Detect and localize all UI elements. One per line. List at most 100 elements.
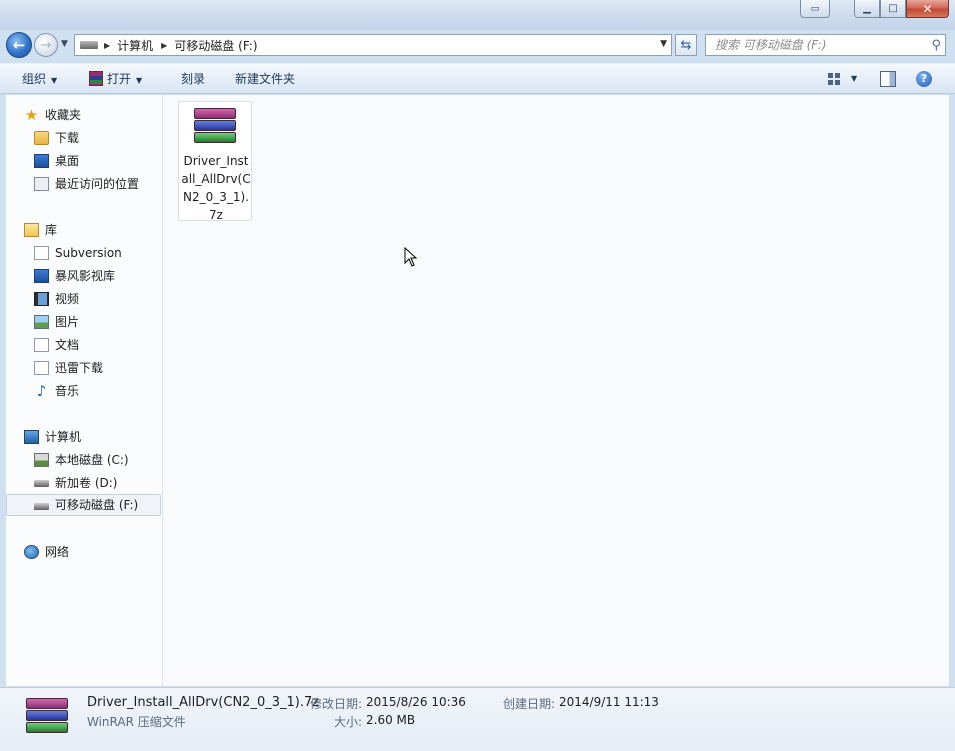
address-bar[interactable]: ▶ 计算机 ▶ 可移动磁盘 (F:) ▼: [74, 34, 672, 56]
organize-button[interactable]: 组织 ▼: [22, 64, 57, 94]
search-input[interactable]: 搜索 可移动磁盘 (F:) ⚲: [705, 34, 946, 56]
snap-button[interactable]: ▭: [800, 0, 830, 18]
forward-arrow-icon: →: [40, 37, 52, 53]
removable-drive-icon: [34, 503, 49, 510]
winrar-archive-icon: [26, 698, 68, 734]
created-label: 创建日期:: [503, 697, 556, 711]
details-pane: Driver_Install_AllDrv(CN2_0_3_1).7z WinR…: [0, 687, 955, 751]
star-icon: ★: [24, 106, 39, 124]
window-controls: ▁ □ ✕: [854, 0, 949, 20]
sidebar-item-drive-f[interactable]: 可移动磁盘 (F:): [6, 494, 161, 516]
burn-button[interactable]: 刻录: [181, 64, 205, 94]
new-folder-button[interactable]: 新建文件夹: [235, 64, 295, 94]
winrar-archive-icon: [194, 108, 236, 144]
video-library-icon: [34, 269, 49, 283]
sidebar-item-label: 计算机: [45, 430, 82, 444]
view-dropdown-icon[interactable]: ▼: [851, 74, 857, 83]
film-icon: [34, 292, 49, 306]
sidebar-item-videos[interactable]: 视频: [6, 288, 161, 310]
chevron-down-icon: ▼: [136, 76, 143, 85]
close-button[interactable]: ✕: [906, 0, 949, 18]
minimize-button[interactable]: ▁: [854, 0, 880, 18]
sidebar-item-label: 库: [45, 223, 58, 237]
sidebar-item-downloads[interactable]: 下载: [6, 127, 161, 149]
sidebar-item-drive-c[interactable]: 本地磁盘 (C:): [6, 449, 161, 471]
refresh-icon: ⇆: [680, 37, 692, 53]
change-view-icon[interactable]: [826, 71, 842, 87]
sidebar-item-pictures[interactable]: 图片: [6, 311, 161, 333]
sidebar-item-drive-d[interactable]: 新加卷 (D:): [6, 472, 161, 494]
details-type: WinRAR 压缩文件: [87, 715, 186, 729]
created-value: 2014/9/11 11:13: [559, 695, 659, 709]
sidebar-item-network[interactable]: 网络: [6, 541, 161, 563]
sidebar-item-documents[interactable]: 文档: [6, 334, 161, 356]
sidebar-item-music[interactable]: ♪ 音乐: [6, 380, 161, 402]
command-bar: 组织 ▼ 打开 ▼ 刻录 新建文件夹 ▼ ?: [0, 63, 955, 94]
breadcrumb-chevron-icon[interactable]: ▶: [104, 41, 110, 50]
download-library-icon: [34, 361, 49, 375]
sidebar-item-label: 暴风影视库: [55, 269, 116, 283]
sidebar-item-label: 收藏夹: [45, 108, 82, 122]
mouse-cursor-icon: [404, 247, 418, 267]
file-name: Driver_Install_AllDrv(CN2_0_3_1).7z: [181, 154, 251, 222]
file-item[interactable]: Driver_Install_AllDrv(CN2_0_3_1).7z: [178, 101, 252, 222]
search-placeholder: 搜索 可移动磁盘 (F:): [715, 38, 827, 52]
network-icon: [24, 545, 39, 559]
recent-pages-dropdown[interactable]: ▼: [61, 39, 68, 49]
computer-icon: [24, 430, 39, 444]
sidebar-item-computer[interactable]: 计算机: [6, 426, 161, 448]
file-list[interactable]: Driver_Install_AllDrv(CN2_0_3_1).7z: [163, 95, 949, 686]
sidebar-item-label: 音乐: [55, 384, 80, 398]
maximize-button[interactable]: □: [880, 0, 906, 18]
sidebar-item-label: 本地磁盘 (C:): [55, 453, 129, 467]
desktop-icon: [34, 154, 49, 168]
winrar-icon: [89, 71, 103, 86]
sidebar-item-label: 网络: [45, 545, 70, 559]
new-folder-label: 新建文件夹: [235, 72, 296, 86]
sidebar-item-label: 视频: [55, 292, 80, 306]
sidebar-item-thunder-downloads[interactable]: 迅雷下载: [6, 357, 161, 379]
preview-pane-icon[interactable]: [880, 71, 896, 87]
address-dropdown-icon[interactable]: ▼: [660, 39, 667, 49]
sidebar-item-favorites[interactable]: ★ 收藏夹: [6, 104, 161, 126]
organize-label: 组织: [22, 72, 47, 86]
system-drive-icon: [34, 453, 49, 467]
sidebar-item-libraries[interactable]: 库: [6, 219, 161, 241]
search-icon[interactable]: ⚲: [931, 36, 941, 56]
navigation-bar: ← → ▼ ▶ 计算机 ▶ 可移动磁盘 (F:) ▼ ⇆ 搜索 可移动磁盘 (F…: [0, 30, 955, 60]
music-note-icon: ♪: [36, 382, 47, 400]
sidebar-item-label: 桌面: [55, 154, 80, 168]
open-label: 打开: [107, 72, 132, 86]
sidebar-item-label: Subversion: [55, 246, 122, 260]
title-bar: ▭ ▁ □ ✕: [0, 0, 955, 30]
sidebar-item-label: 新加卷 (D:): [55, 476, 118, 490]
refresh-button[interactable]: ⇆: [675, 34, 697, 56]
downloads-folder-icon: [34, 131, 49, 145]
size-value: 2.60 MB: [366, 713, 416, 727]
forward-button[interactable]: →: [34, 33, 58, 57]
back-button[interactable]: ←: [6, 32, 32, 58]
sidebar-item-label: 图片: [55, 315, 80, 329]
drive-icon: [34, 480, 49, 487]
sidebar-item-label: 可移动磁盘 (F:): [55, 498, 139, 512]
sidebar-item-desktop[interactable]: 桌面: [6, 150, 161, 172]
open-button[interactable]: 打开 ▼: [89, 64, 142, 94]
sidebar-item-subversion[interactable]: Subversion: [6, 242, 161, 264]
help-icon[interactable]: ?: [916, 71, 932, 87]
details-filename: Driver_Install_AllDrv(CN2_0_3_1).7z: [87, 695, 320, 710]
picture-icon: [34, 315, 49, 329]
sidebar-item-baofeng[interactable]: 暴风影视库: [6, 265, 161, 287]
modified-value: 2015/8/26 10:36: [366, 695, 466, 709]
sidebar-item-recent-places[interactable]: 最近访问的位置: [6, 173, 161, 195]
breadcrumb-computer[interactable]: 计算机: [117, 37, 153, 54]
burn-label: 刻录: [181, 72, 206, 86]
breadcrumb-chevron-icon[interactable]: ▶: [161, 41, 167, 50]
window-border: [949, 95, 955, 686]
sidebar-item-label: 迅雷下载: [55, 361, 104, 375]
back-arrow-icon: ←: [12, 36, 26, 54]
document-icon: [34, 338, 49, 352]
recent-places-icon: [34, 177, 49, 191]
library-icon: [24, 223, 39, 237]
breadcrumb-drive-f[interactable]: 可移动磁盘 (F:): [174, 37, 257, 54]
modified-label: 修改日期:: [310, 697, 363, 711]
